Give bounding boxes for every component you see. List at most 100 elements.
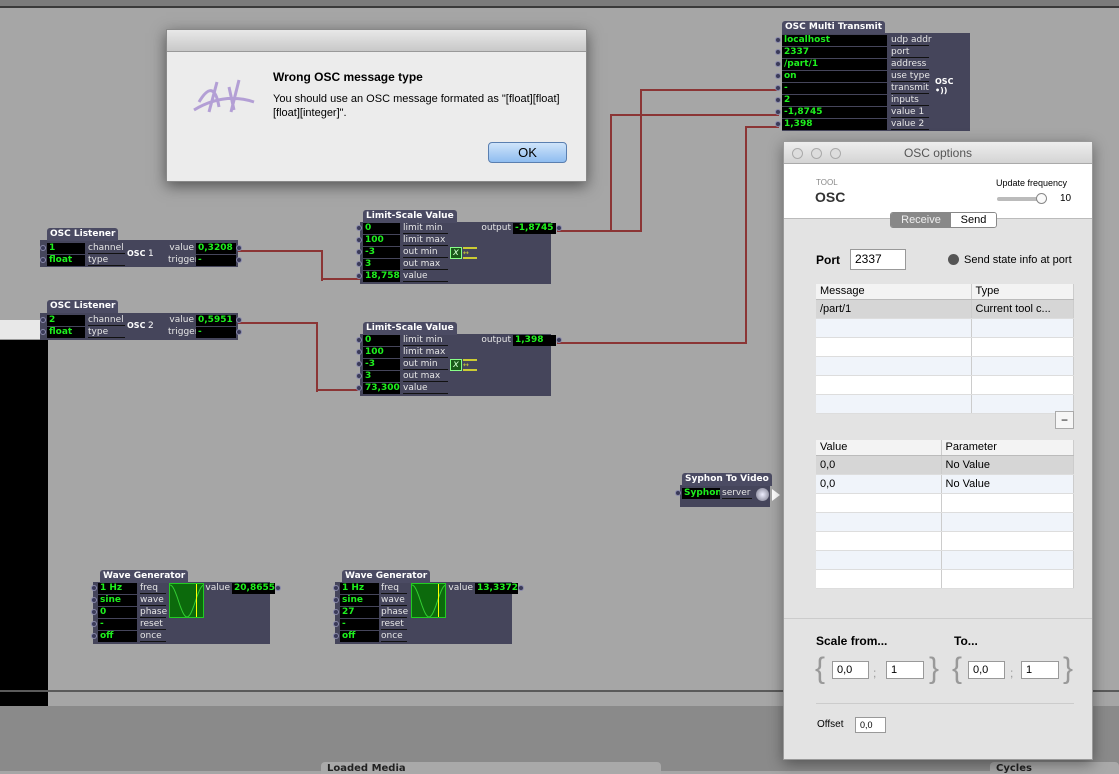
update-frequency-slider[interactable] [997,193,1047,204]
scale-from-max[interactable]: 1 [886,661,924,679]
inlet-port[interactable] [356,237,362,243]
param-value-field[interactable]: float [47,255,85,266]
patch-cord[interactable] [745,126,779,128]
patch-cord[interactable] [557,342,747,344]
inlet-port[interactable] [675,490,681,496]
node-title[interactable]: Limit-Scale Value [363,322,457,335]
scale-to-max[interactable]: 1 [1021,661,1059,679]
param-value-field[interactable]: -3 [363,359,400,370]
parameter-select[interactable]: No Value [941,474,1074,494]
param-value-field[interactable]: 2 [782,95,887,106]
inlet-port[interactable] [333,633,339,639]
patch-cord[interactable] [321,278,362,280]
param-value-field[interactable]: 18,7586 [363,271,400,282]
inlet-port[interactable] [333,585,339,591]
outlet-port[interactable] [518,585,524,591]
node-title[interactable]: Syphon To Video [682,473,772,486]
node-title[interactable]: Limit-Scale Value [363,210,457,223]
message-table[interactable]: Message Type /part/1 Current tool c... [816,284,1074,414]
inlet-port[interactable] [40,245,46,251]
patch-cord[interactable] [640,89,642,232]
remove-message-button[interactable]: − [1055,411,1074,429]
param-value-field[interactable]: float [47,327,85,338]
param-value-field[interactable]: Syphone [682,488,720,499]
param-value-field[interactable]: 0 [363,223,400,234]
param-value-field[interactable]: 3 [363,259,400,270]
outlet-port[interactable] [236,329,242,335]
tab-receive[interactable]: Receive [891,213,951,227]
inlet-port[interactable] [775,97,781,103]
inlet-port[interactable] [775,121,781,127]
patch-cord[interactable] [610,114,612,232]
node-title[interactable]: Wave Generator [342,570,431,583]
param-value-field[interactable]: off [340,631,379,642]
patch-cord[interactable] [745,126,747,344]
formula-icon[interactable]: x [450,359,462,371]
node-title[interactable]: Wave Generator [100,570,189,583]
param-value-field[interactable]: 0 [98,607,137,618]
value-cell[interactable]: 0,0 [816,474,942,494]
param-value-field[interactable]: -1,8745 [782,107,887,118]
column-header[interactable]: Value [816,440,942,456]
inlet-port[interactable] [91,597,97,603]
inlet-port[interactable] [775,109,781,115]
node-title[interactable]: OSC Listener [47,228,119,241]
inlet-port[interactable] [356,273,362,279]
param-value-field[interactable]: 100 [363,347,400,358]
inlet-port[interactable] [775,37,781,43]
value-cell[interactable]: 0,0 [816,455,942,475]
param-value-field[interactable]: 73,3006 [363,383,400,394]
patch-cord[interactable] [316,389,362,391]
outlet-port[interactable] [236,317,242,323]
param-value-field[interactable]: -3 [363,247,400,258]
value-table[interactable]: Value Parameter 0,0 No Value 0,0 No Value [816,440,1074,589]
outlet-port[interactable] [275,585,281,591]
outlet-port[interactable] [236,257,242,263]
param-value-field[interactable]: 100 [363,235,400,246]
param-value-field[interactable]: 2 [47,315,85,326]
patch-cord[interactable] [610,114,779,116]
type-select[interactable]: Current tool c... [971,299,1074,319]
patch-cord[interactable] [557,230,642,232]
patch-cord[interactable] [238,322,318,324]
scale-to-min[interactable]: 0,0 [968,661,1005,679]
column-header[interactable]: Message [816,284,972,300]
node-title[interactable]: OSC Multi Transmit [782,21,886,34]
param-value-field[interactable]: 1,398 [782,119,887,130]
server-select-button[interactable] [756,488,769,501]
inlet-port[interactable] [775,61,781,67]
inlet-port[interactable] [356,249,362,255]
inlet-port[interactable] [40,329,46,335]
param-value-field[interactable]: localhost [782,35,887,46]
patch-cord[interactable] [316,322,318,392]
param-value-field[interactable]: 2337 [782,47,887,58]
param-value-field[interactable]: - [98,619,137,630]
param-value-field[interactable]: /part/1 [782,59,887,70]
inlet-port[interactable] [91,609,97,615]
inlet-port[interactable] [775,85,781,91]
offset-input[interactable]: 0,0 [855,717,886,733]
inlet-port[interactable] [775,73,781,79]
outlet-port[interactable] [556,337,562,343]
table-row[interactable]: 0,0 No Value [816,455,1074,475]
column-header[interactable]: Type [971,284,1074,300]
ok-button[interactable]: OK [488,142,567,163]
slider-thumb[interactable] [1036,193,1047,204]
inlet-port[interactable] [333,609,339,615]
message-cell[interactable]: /part/1 [816,299,972,319]
scale-from-min[interactable]: 0,0 [832,661,869,679]
inlet-port[interactable] [356,225,362,231]
outlet-port[interactable] [556,225,562,231]
table-row[interactable]: 0,0 No Value [816,474,1074,494]
param-value-field[interactable]: - [340,619,379,630]
inlet-port[interactable] [91,633,97,639]
param-value-field[interactable]: sine [340,595,379,606]
param-value-field[interactable]: 1 Hz [98,583,137,594]
inlet-port[interactable] [333,621,339,627]
inlet-port[interactable] [91,621,97,627]
param-value-field[interactable]: 1 [47,243,85,254]
send-state-radio[interactable] [948,254,959,265]
formula-icon[interactable]: x [450,247,462,259]
inlet-port[interactable] [356,337,362,343]
param-value-field[interactable]: on [782,71,887,82]
